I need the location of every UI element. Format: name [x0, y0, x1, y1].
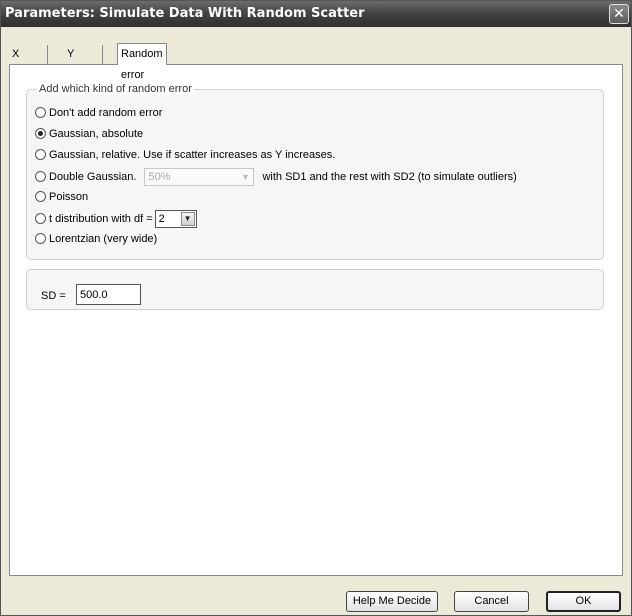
error-kind-group: Add which kind of random error Don't add…: [26, 83, 604, 260]
radio-double-gaussian[interactable]: [35, 170, 46, 182]
help-me-decide-button[interactable]: Help Me Decide: [346, 591, 438, 612]
option-double-gaussian-label: Double Gaussian.: [49, 170, 137, 183]
double-gaussian-suffix: with SD1 and the rest with SD2 (to simul…: [262, 170, 517, 183]
option-t-distribution[interactable]: t distribution with df = 2 ▼: [35, 210, 197, 228]
chevron-down-icon: ▼: [240, 172, 250, 182]
close-button[interactable]: ✕: [609, 4, 629, 24]
option-lorentzian[interactable]: Lorentzian (very wide): [35, 231, 157, 247]
error-kind-legend: Add which kind of random error: [37, 83, 194, 95]
option-no-error[interactable]: Don't add random error: [35, 105, 162, 121]
option-gaussian-relative[interactable]: Gaussian, relative. Use if scatter incre…: [35, 147, 335, 163]
dialog-window: Parameters: Simulate Data With Random Sc…: [0, 0, 632, 616]
tab-y-values[interactable]: Y values: [64, 45, 103, 78]
sd-input[interactable]: [76, 284, 141, 305]
chevron-down-icon[interactable]: ▼: [180, 212, 195, 226]
option-gaussian-absolute[interactable]: Gaussian, absolute: [35, 126, 143, 142]
ok-button[interactable]: OK: [546, 591, 621, 612]
radio-t-distribution[interactable]: [35, 212, 46, 224]
radio-gaussian-relative[interactable]: [35, 149, 46, 160]
sd-label: SD =: [41, 290, 66, 302]
close-icon: ✕: [613, 6, 625, 22]
sd-group: SD =: [26, 269, 604, 310]
option-lorentzian-label: Lorentzian (very wide): [49, 233, 158, 245]
window-title: Parameters: Simulate Data With Random Sc…: [5, 6, 365, 21]
tab-random-error[interactable]: Random error: [117, 43, 167, 81]
radio-no-error[interactable]: [35, 107, 46, 118]
option-gaussian-relative-label: Gaussian, relative. Use if scatter incre…: [49, 149, 336, 161]
option-gaussian-absolute-label: Gaussian, absolute: [49, 128, 144, 140]
radio-lorentzian[interactable]: [35, 233, 46, 244]
df-value: 2: [158, 213, 165, 225]
option-poisson-label: Poisson: [49, 191, 89, 203]
radio-poisson[interactable]: [35, 191, 46, 202]
tab-x-values[interactable]: X values: [9, 45, 48, 78]
double-gaussian-percent-value: 50%: [148, 171, 171, 183]
option-poisson[interactable]: Poisson: [35, 189, 88, 205]
cancel-button[interactable]: Cancel: [454, 591, 529, 612]
option-double-gaussian[interactable]: Double Gaussian. 50% ▼ with SD1 and the res…: [35, 168, 517, 186]
option-no-error-label: Don't add random error: [49, 107, 163, 119]
title-bar: Parameters: Simulate Data With Random Sc…: [1, 1, 631, 27]
df-dropdown[interactable]: 2 ▼: [154, 210, 197, 228]
double-gaussian-percent-dropdown: 50% ▼: [144, 168, 255, 186]
random-error-panel: Add which kind of random error Don't add…: [9, 64, 623, 576]
radio-gaussian-absolute[interactable]: [35, 128, 46, 139]
option-t-distribution-label: t distribution with df =: [49, 212, 153, 225]
